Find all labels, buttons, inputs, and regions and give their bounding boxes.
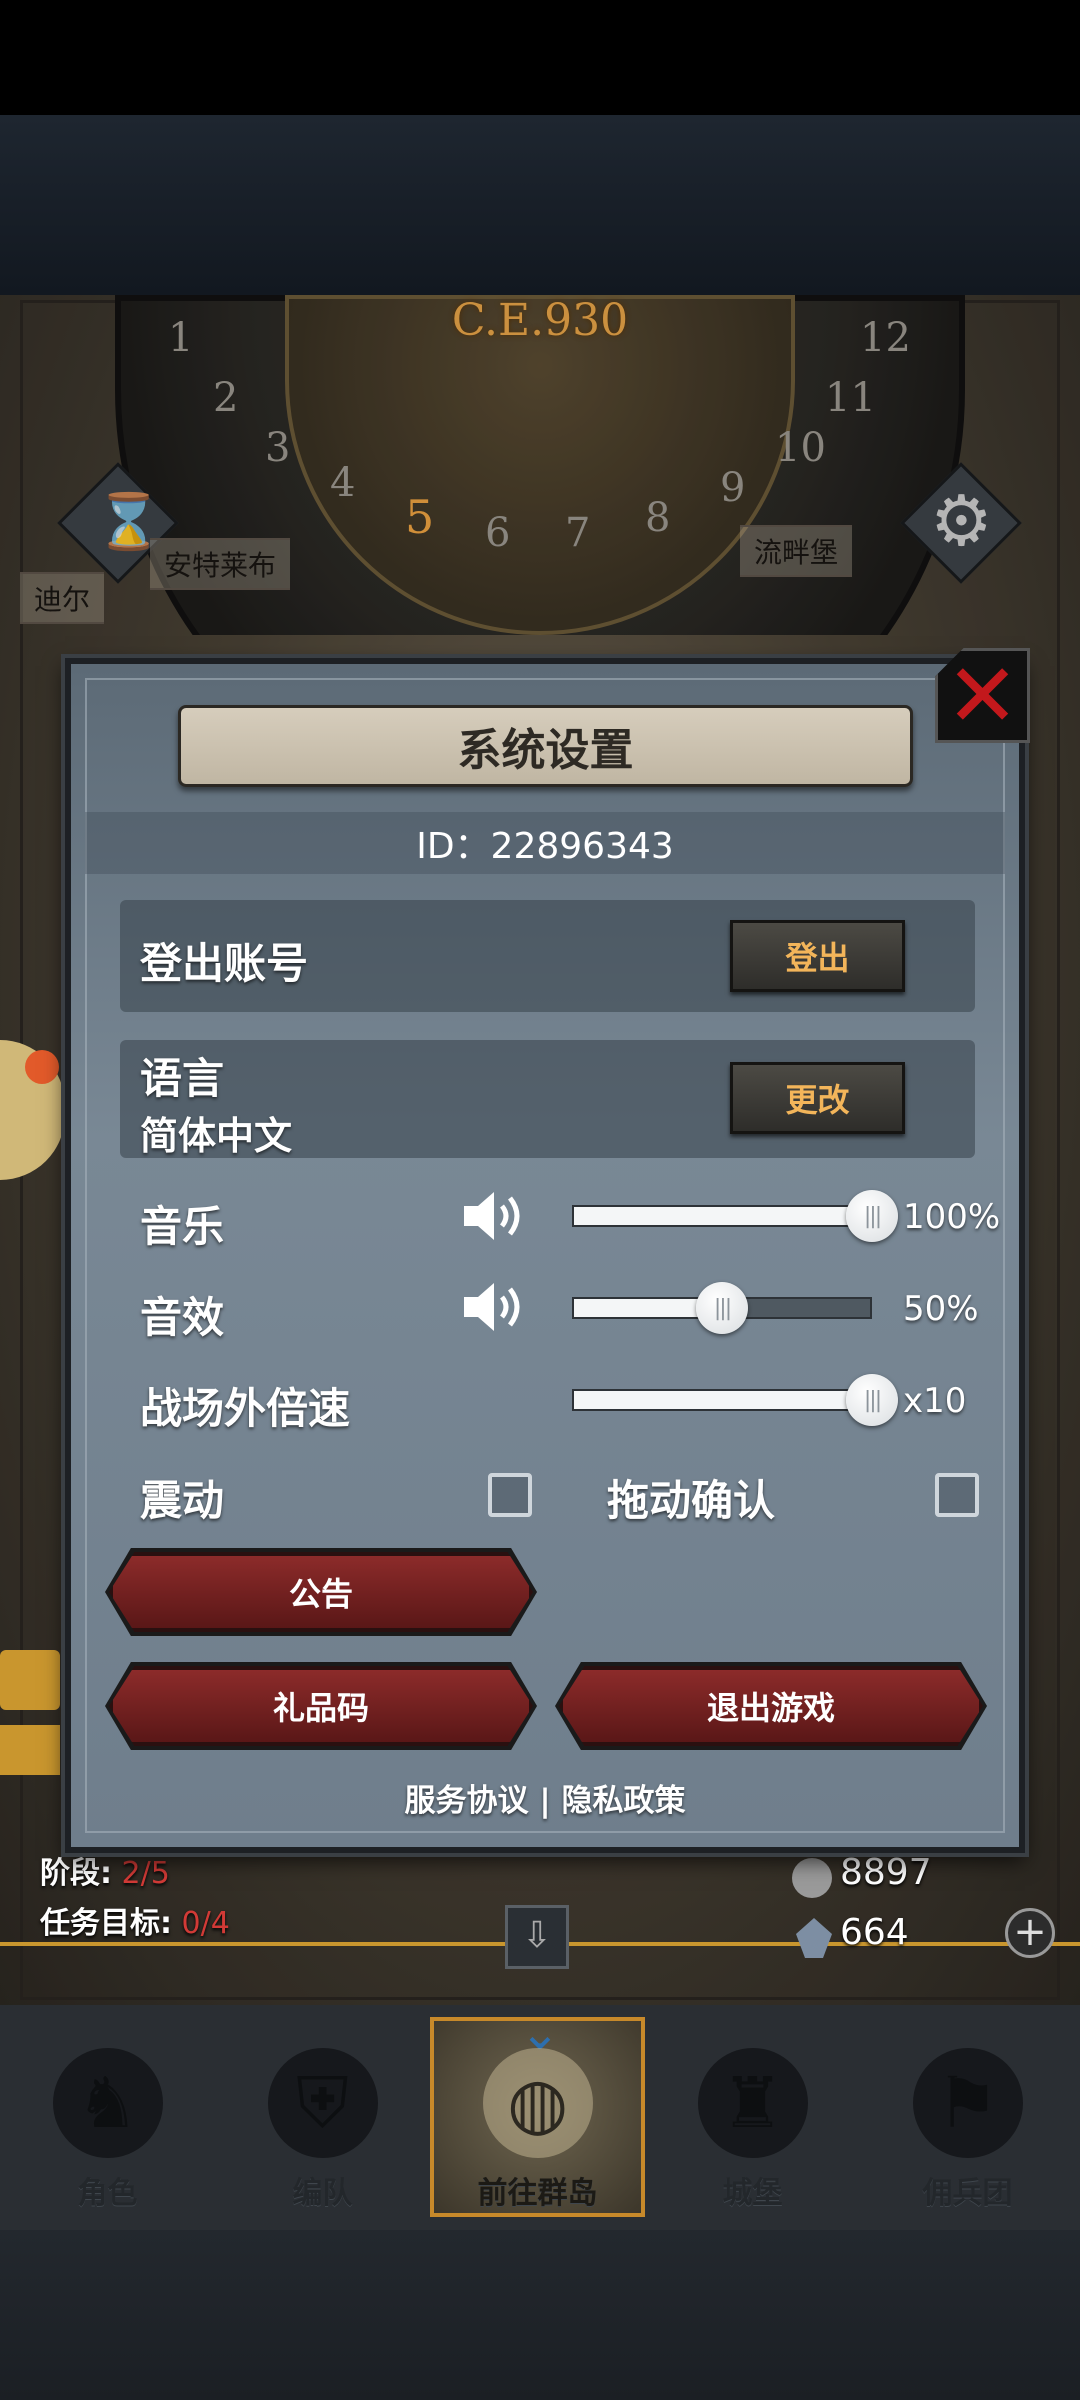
nav-label: 编队 xyxy=(292,2176,353,2211)
close-icon: ✕ xyxy=(945,643,1020,747)
globe-icon: ◍ xyxy=(482,2048,593,2158)
battle-speed-slider[interactable]: ||| xyxy=(572,1374,898,1426)
announcement-button[interactable]: 公告 xyxy=(109,1552,533,1632)
nav-item-mercenary[interactable]: ⚑ 佣兵团 xyxy=(865,2015,1070,2220)
knight-icon: ♞ xyxy=(52,2048,163,2158)
nav-label: 角色 xyxy=(77,2176,138,2211)
dialog-title-bar: 系统设置 xyxy=(178,705,913,787)
silver-amount: 8897 xyxy=(840,1852,932,1893)
sfx-value: 50% xyxy=(903,1289,979,1329)
stage-progress: 阶段: 2/5 xyxy=(40,1848,170,1892)
castle-icon: ♜ xyxy=(697,2048,808,2158)
privacy-policy-link[interactable]: 隐私政策 xyxy=(561,1783,685,1819)
legal-links: 服务协议 | 隐私政策 xyxy=(85,1775,1005,1820)
music-value: 100% xyxy=(903,1197,1001,1237)
helmet-icon: ⛨ xyxy=(267,2048,378,2158)
collapse-button[interactable]: ⇩ xyxy=(505,1905,569,1969)
battle-speed-label: 战场外倍速 xyxy=(140,1384,351,1433)
drag-confirm-checkbox[interactable] xyxy=(935,1473,979,1517)
nav-label: 城堡 xyxy=(722,2176,783,2211)
vibration-label: 震动 xyxy=(140,1476,225,1525)
sfx-slider-handle[interactable]: ||| xyxy=(696,1282,748,1334)
change-language-button[interactable]: 更改 xyxy=(730,1062,905,1134)
music-slider-handle[interactable]: ||| xyxy=(846,1190,898,1242)
link-separator: | xyxy=(539,1783,551,1819)
dialog-title: 系统设置 xyxy=(457,725,634,776)
speaker-icon[interactable] xyxy=(460,1277,530,1337)
nav-item-islands[interactable]: ◍ 前往群岛 xyxy=(435,2015,640,2220)
close-button[interactable]: ✕ xyxy=(935,648,1030,743)
player-id-row: ID：22896343 xyxy=(85,812,1005,874)
gift-code-button[interactable]: 礼品码 xyxy=(109,1666,533,1746)
task-progress: 任务目标: 0/4 xyxy=(40,1898,230,1942)
language-value: 简体中文 xyxy=(140,1114,293,1158)
task-label: 任务目标: xyxy=(40,1906,172,1941)
side-target-button[interactable] xyxy=(0,1650,60,1710)
banner-icon: ⚑ xyxy=(912,2048,1023,2158)
exit-game-button[interactable]: 退出游戏 xyxy=(559,1666,983,1746)
task-value: 0/4 xyxy=(181,1906,230,1941)
sfx-label: 音效 xyxy=(140,1293,225,1342)
logout-label: 登出账号 xyxy=(140,939,309,988)
stage-label: 阶段: xyxy=(40,1856,112,1891)
music-label: 音乐 xyxy=(140,1202,225,1251)
add-crystal-button[interactable]: + xyxy=(1005,1908,1055,1958)
language-label: 语言 xyxy=(140,1054,225,1103)
player-id: ID：22896343 xyxy=(416,826,674,867)
side-search-button[interactable] xyxy=(0,1725,60,1775)
nav-label: 佣兵团 xyxy=(922,2176,1013,2211)
logout-button[interactable]: 登出 xyxy=(730,920,905,992)
status-bar-area xyxy=(0,0,1080,115)
silver-coin-icon xyxy=(792,1858,832,1898)
crystal-amount: 664 xyxy=(840,1912,909,1953)
bottom-band xyxy=(0,2230,1080,2400)
nav-label: 前往群岛 xyxy=(477,2176,598,2211)
service-agreement-link[interactable]: 服务协议 xyxy=(405,1783,529,1819)
vibration-checkbox[interactable] xyxy=(488,1473,532,1517)
battle-speed-slider-handle[interactable]: ||| xyxy=(846,1374,898,1426)
speaker-icon[interactable] xyxy=(460,1186,530,1246)
sfx-slider[interactable]: ||| xyxy=(572,1282,872,1334)
nav-item-formation[interactable]: ⛨ 编队 xyxy=(220,2015,425,2220)
music-slider[interactable]: ||| xyxy=(572,1190,898,1242)
battle-speed-value: x10 xyxy=(903,1381,967,1421)
notification-dot xyxy=(25,1050,59,1084)
drag-confirm-label: 拖动确认 xyxy=(607,1476,776,1525)
stage-value: 2/5 xyxy=(121,1856,170,1891)
nav-item-castle[interactable]: ♜ 城堡 xyxy=(650,2015,855,2220)
nav-item-character[interactable]: ♞ 角色 xyxy=(5,2015,210,2220)
